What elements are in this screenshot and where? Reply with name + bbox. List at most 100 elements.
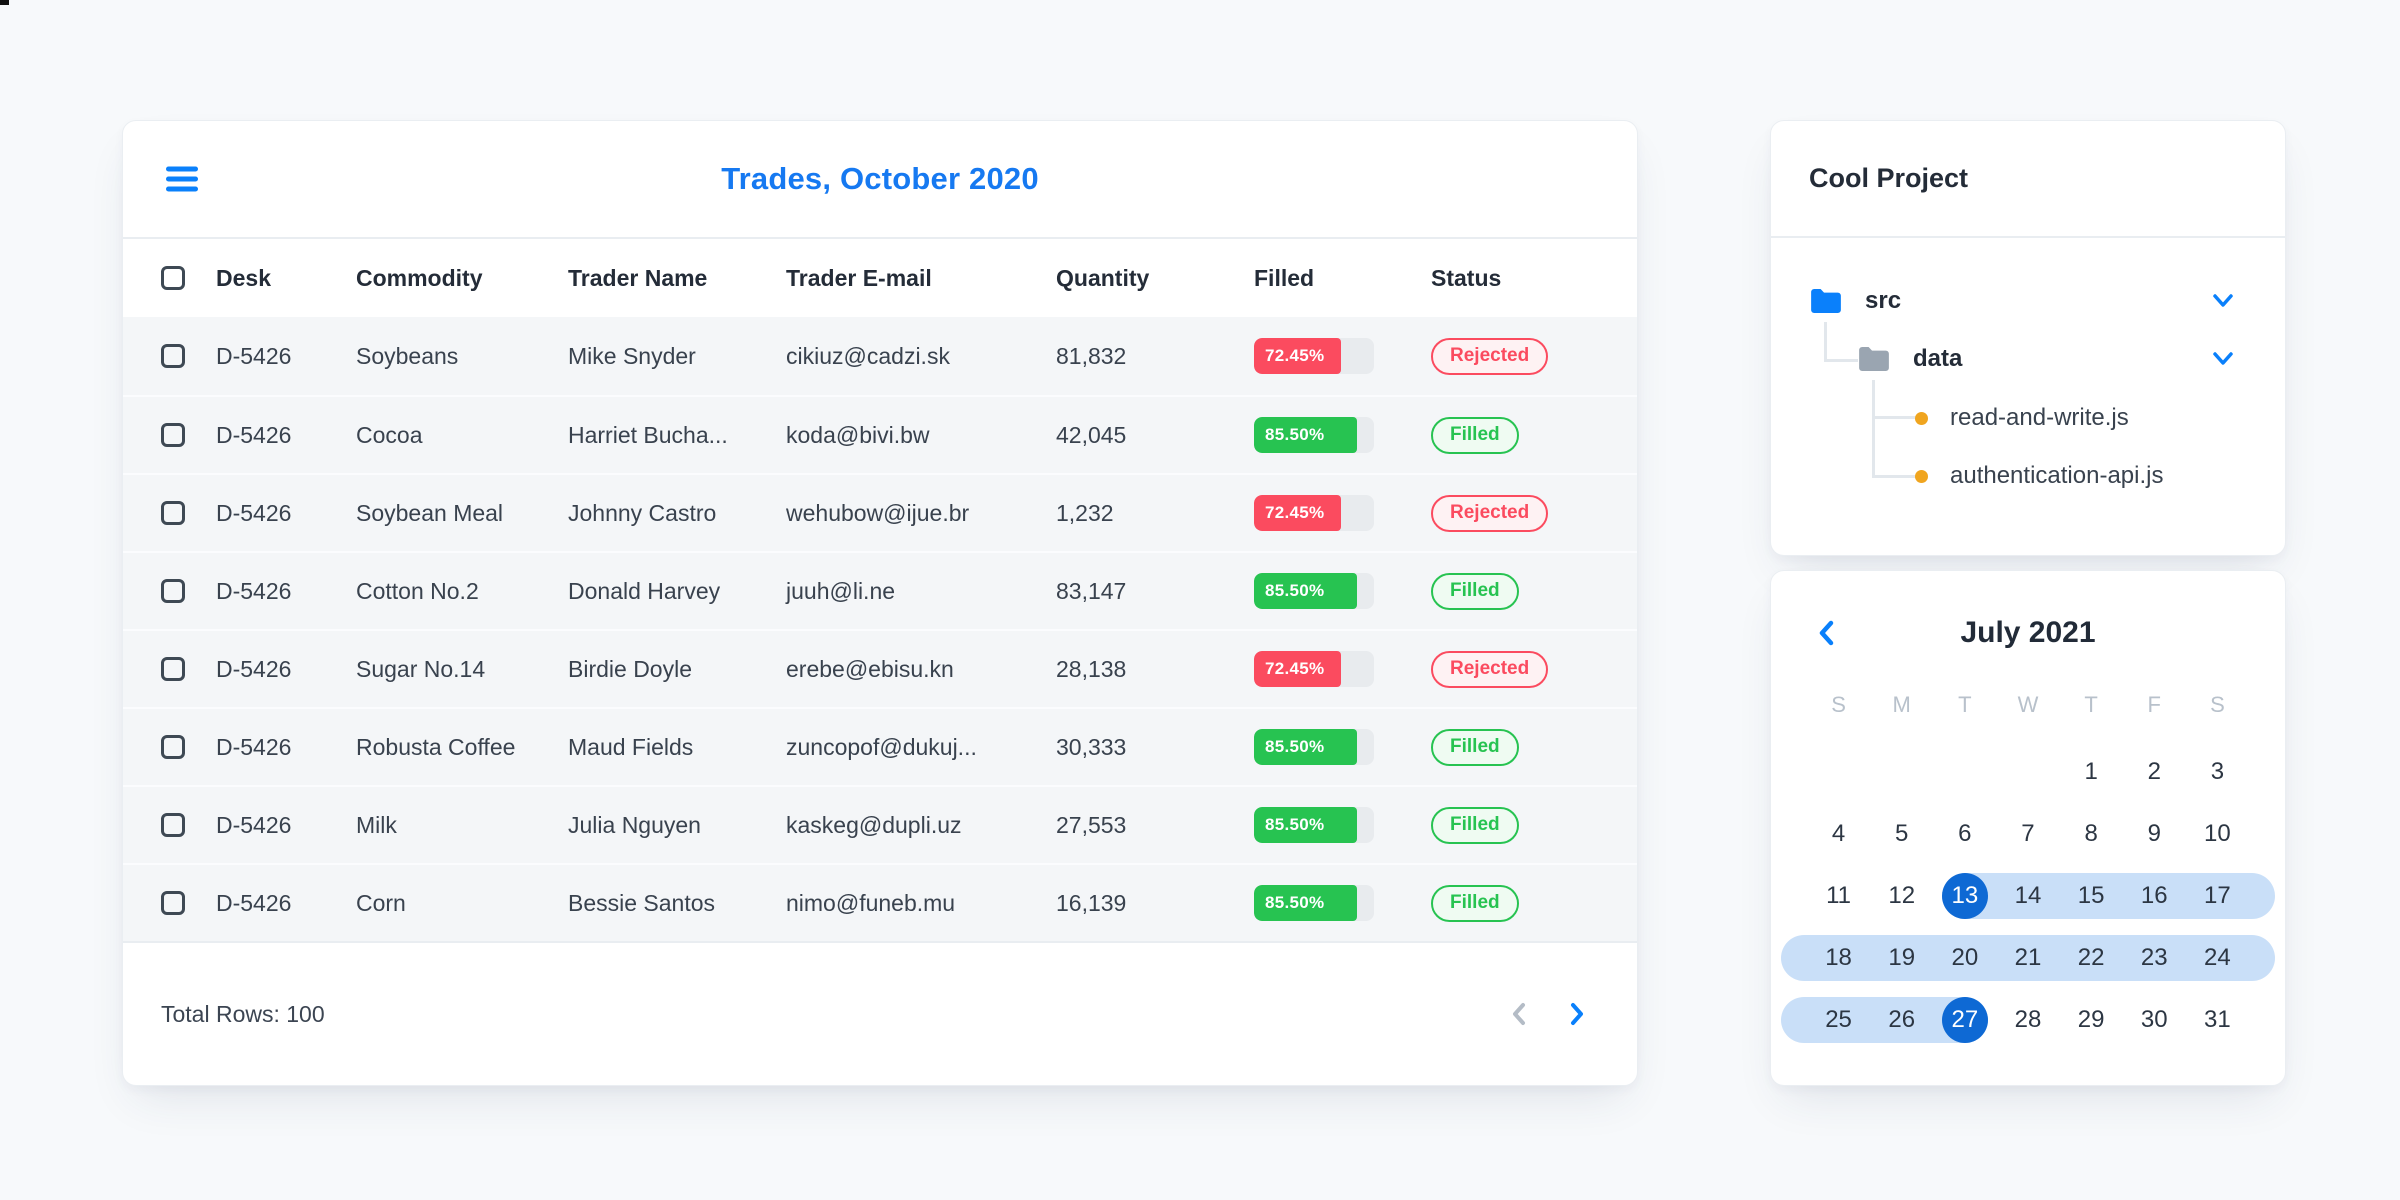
calendar-day[interactable]: 28	[2005, 997, 2051, 1043]
chevron-left-icon[interactable]	[1505, 1000, 1533, 1028]
calendar-day[interactable]: 18	[1816, 935, 1862, 981]
trader-email-cell: koda@bivi.bw	[786, 421, 930, 448]
table-row: D-5426 Milk Julia Nguyen kaskeg@dupli.uz…	[123, 785, 1637, 863]
trades-card: Trades, October 2020 Desk Commodity Trad…	[122, 120, 1638, 1086]
calendar-day-selected-end[interactable]: 27	[1941, 997, 1988, 1043]
trader-email-cell: erebe@ebisu.kn	[786, 655, 954, 682]
desk-cell: D-5426	[216, 733, 292, 760]
trader-email-cell: nimo@funeb.mu	[786, 889, 956, 916]
calendar-day[interactable]: 1	[2068, 749, 2114, 795]
calendar-week: 25 26 27 28 29 30 31	[1781, 989, 2249, 1051]
weekday-label: S	[2210, 692, 2225, 717]
calendar-day[interactable]: 4	[1816, 811, 1862, 857]
calendar-day[interactable]: 6	[1942, 811, 1988, 857]
tree-node-data[interactable]: data	[1857, 337, 1962, 381]
chevron-right-icon[interactable]	[1563, 1000, 1591, 1028]
row-checkbox[interactable]	[161, 423, 185, 447]
calendar-day[interactable]: 19	[1879, 935, 1925, 981]
filled-progress-bar: 85.50%	[1254, 885, 1374, 921]
tree-node-label: data	[1913, 345, 1963, 372]
table-row: D-5426 Soybean Meal Johnny Castro wehubo…	[123, 473, 1637, 551]
column-header-trader-email: Trader E-mail	[786, 264, 932, 291]
calendar-day[interactable]: 12	[1879, 873, 1925, 919]
row-checkbox[interactable]	[161, 657, 185, 681]
calendar-day[interactable]: 7	[2005, 811, 2051, 857]
calendar-day[interactable]: 30	[2131, 997, 2177, 1043]
file-dot-icon	[1915, 469, 1928, 483]
calendar-day[interactable]: 16	[2131, 873, 2177, 919]
tree-file-label: authentication-api.js	[1950, 462, 2164, 489]
commodity-cell: Soybean Meal	[356, 499, 504, 526]
status-badge: Rejected	[1431, 650, 1549, 688]
filled-percent-label: 85.50%	[1265, 737, 1325, 756]
row-checkbox[interactable]	[161, 501, 185, 525]
calendar-day[interactable]: 31	[2194, 997, 2240, 1043]
desk-cell: D-5426	[216, 499, 292, 526]
table-header-row: Desk Commodity Trader Name Trader E-mail…	[123, 239, 1637, 317]
weekday-label: F	[2147, 692, 2161, 717]
trader-email-cell: zuncopof@dukuj...	[786, 733, 977, 760]
project-card-header: Cool Project	[1771, 121, 2285, 238]
calendar-day[interactable]: 20	[1942, 935, 1988, 981]
calendar-day[interactable]: 26	[1879, 997, 1925, 1043]
calendar-day[interactable]: 25	[1816, 997, 1862, 1043]
calendar-day[interactable]: 29	[2068, 997, 2114, 1043]
row-checkbox[interactable]	[161, 891, 185, 915]
chevron-left-icon[interactable]	[1817, 620, 1835, 646]
table-row: D-5426 Sugar No.14 Birdie Doyle erebe@eb…	[123, 629, 1637, 707]
calendar-day[interactable]: 11	[1816, 873, 1862, 919]
row-checkbox[interactable]	[161, 735, 185, 759]
calendar-day[interactable]: 9	[2131, 811, 2177, 857]
calendar-week: 11 12 13 14 15 16 17	[1807, 865, 2275, 927]
calendar-day[interactable]: 5	[1879, 811, 1925, 857]
weekday-label: T	[2084, 692, 2098, 717]
chevron-down-icon[interactable]	[2211, 293, 2235, 309]
calendar-day[interactable]: 10	[2194, 811, 2240, 857]
status-badge: Filled	[1431, 728, 1519, 766]
chevron-down-icon[interactable]	[2211, 351, 2235, 367]
trader-name-cell: Harriet Bucha...	[568, 421, 728, 448]
screenshot-artifact	[0, 0, 9, 5]
select-all-checkbox[interactable]	[161, 266, 185, 290]
calendar-day[interactable]: 8	[2068, 811, 2114, 857]
calendar-day[interactable]: 15	[2068, 873, 2114, 919]
quantity-cell: 16,139	[1056, 889, 1127, 916]
commodity-cell: Soybeans	[356, 342, 459, 369]
calendar-day-empty	[1879, 749, 1925, 795]
desk-cell: D-5426	[216, 577, 292, 604]
calendar-day[interactable]: 2	[2131, 749, 2177, 795]
table-row: D-5426 Cotton No.2 Donald Harvey juuh@li…	[123, 551, 1637, 629]
tree-node-file[interactable]: read-and-write.js	[1915, 396, 2129, 440]
calendar-day-empty	[1816, 749, 1862, 795]
row-checkbox[interactable]	[161, 344, 185, 368]
row-checkbox[interactable]	[161, 813, 185, 837]
filled-progress-bar: 85.50%	[1254, 729, 1374, 765]
calendar-day[interactable]: 3	[2194, 749, 2240, 795]
calendar-day[interactable]: 14	[2005, 873, 2051, 919]
weekday-label: M	[1892, 692, 1911, 717]
calendar-card: July 2021 S M T W T F S 1 2 3 4 5 6 7 8 …	[1770, 570, 2286, 1086]
calendar-month-title: July 2021	[1960, 616, 2096, 649]
weekday-label: W	[2017, 692, 2039, 717]
row-checkbox[interactable]	[161, 579, 185, 603]
file-dot-icon	[1915, 411, 1928, 425]
trades-title: Trades, October 2020	[721, 161, 1039, 196]
calendar-day[interactable]: 23	[2131, 935, 2177, 981]
desk-cell: D-5426	[216, 655, 292, 682]
trader-name-cell: Bessie Santos	[568, 889, 716, 916]
quantity-cell: 81,832	[1056, 342, 1127, 369]
calendar-week: 18 19 20 21 22 23 24	[1781, 927, 2275, 989]
tree-node-src[interactable]: src	[1809, 279, 1901, 323]
trades-card-header: Trades, October 2020	[123, 121, 1637, 239]
pagination	[1505, 1000, 1591, 1028]
table-body: D-5426 Soybeans Mike Snyder cikiuz@cadzi…	[123, 317, 1637, 941]
tree-node-file[interactable]: authentication-api.js	[1915, 454, 2163, 498]
tree-node-label: src	[1865, 287, 1902, 314]
calendar-day[interactable]: 21	[2005, 935, 2051, 981]
tree-connector	[1872, 416, 1916, 419]
calendar-day[interactable]: 22	[2068, 935, 2114, 981]
weekday-label: S	[1831, 692, 1846, 717]
calendar-day-selected-start[interactable]: 13	[1941, 873, 1988, 919]
commodity-cell: Corn	[356, 889, 406, 916]
trader-email-cell: kaskeg@dupli.uz	[786, 811, 962, 838]
